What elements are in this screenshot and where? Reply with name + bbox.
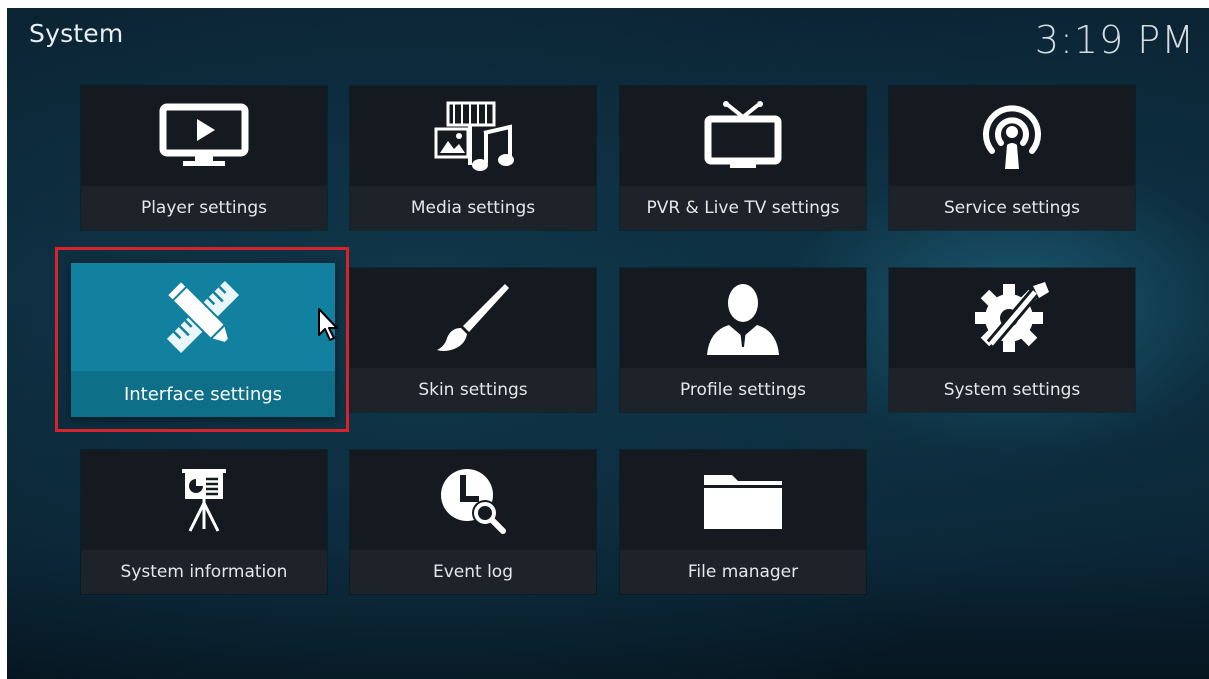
tile-system-information[interactable]: System information: [81, 450, 327, 594]
folder-icon: [620, 450, 866, 550]
tile-profile-settings[interactable]: Profile settings: [620, 268, 866, 412]
tile-interface-settings[interactable]: Interface settings: [71, 263, 335, 417]
monitor-play-icon: [81, 86, 327, 186]
tile-label: Media settings: [350, 186, 596, 230]
tile-label: Player settings: [81, 186, 327, 230]
tile-label: PVR & Live TV settings: [620, 186, 866, 230]
paintbrush-icon: [350, 268, 596, 368]
tile-player-settings[interactable]: Player settings: [81, 86, 327, 230]
tile-service-settings[interactable]: Service settings: [889, 86, 1135, 230]
tile-event-log[interactable]: Event log: [350, 450, 596, 594]
tile-label: Interface settings: [71, 371, 335, 417]
tile-system-settings[interactable]: System settings: [889, 268, 1135, 412]
tv-antenna-icon: [620, 86, 866, 186]
tile-file-manager[interactable]: File manager: [620, 450, 866, 594]
user-profile-icon: [620, 268, 866, 368]
broadcast-podcast-icon: [889, 86, 1135, 186]
kodi-system-screen: System 3:19 PM Player settings Media set…: [7, 8, 1209, 679]
tile-label: System information: [81, 550, 327, 594]
gear-wrench-icon: [889, 268, 1135, 368]
pencil-ruler-icon: [71, 263, 335, 371]
tile-label: Profile settings: [620, 368, 866, 412]
clock: 3:19 PM: [1034, 18, 1195, 62]
mouse-pointer-icon: [317, 307, 341, 343]
page-title: System: [29, 19, 124, 48]
tile-label: Skin settings: [350, 368, 596, 412]
tile-media-settings[interactable]: Media settings: [350, 86, 596, 230]
tile-label: Event log: [350, 550, 596, 594]
tile-label: System settings: [889, 368, 1135, 412]
tile-pvr-live-tv-settings[interactable]: PVR & Live TV settings: [620, 86, 866, 230]
tile-label: File manager: [620, 550, 866, 594]
media-film-music-icon: [350, 86, 596, 186]
tile-skin-settings[interactable]: Skin settings: [350, 268, 596, 412]
presentation-easel-icon: [81, 450, 327, 550]
tile-label: Service settings: [889, 186, 1135, 230]
clock-search-icon: [350, 450, 596, 550]
